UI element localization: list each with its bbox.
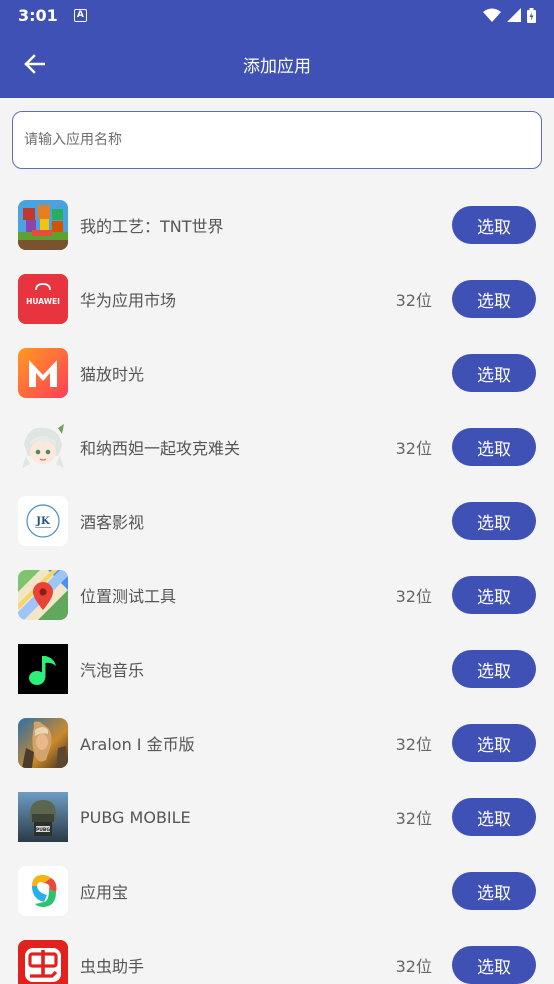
list-item[interactable]: 我的工艺：TNT世界 选取 [0, 188, 554, 262]
list-item[interactable]: PUBG PUBG MOBILE 32位 选取 [0, 780, 554, 854]
app-arch [372, 188, 432, 262]
jk-logo-icon: JK [18, 496, 68, 546]
list-item[interactable]: 位置测试工具 32位 选取 [0, 558, 554, 632]
select-button[interactable]: 选取 [452, 280, 536, 318]
app-arch [372, 854, 432, 928]
status-time: 3:01 [18, 5, 58, 25]
select-button[interactable]: 选取 [452, 724, 536, 762]
list-item[interactable]: Aralon I 金币版 32位 选取 [0, 706, 554, 780]
svg-text:PUBG: PUBG [36, 827, 50, 833]
arrow-left-icon [24, 54, 45, 74]
list-item[interactable]: 汽泡音乐 选取 [0, 632, 554, 706]
select-button[interactable]: 选取 [452, 354, 536, 392]
app-name: 虫虫助手 [80, 957, 145, 976]
app-arch: 32位 [395, 735, 432, 754]
signal-icon [507, 8, 521, 22]
svg-text:HUAWEI: HUAWEI [26, 297, 60, 306]
pubg-helmet-icon: PUBG [18, 792, 68, 842]
app-name: 和纳西妲一起攻克难关 [80, 439, 241, 458]
list-item[interactable]: 猫放时光 选取 [0, 336, 554, 410]
app-arch [372, 484, 432, 558]
app-list: 我的工艺：TNT世界 选取 HUAWEI 华为应用市场 32位 选取 猫放时光 … [0, 188, 554, 984]
select-button[interactable]: 选取 [452, 872, 536, 910]
app-arch [372, 336, 432, 410]
select-button[interactable]: 选取 [452, 428, 536, 466]
list-item[interactable]: 应用宝 选取 [0, 854, 554, 928]
battery-icon [527, 7, 536, 23]
app-arch: 32位 [395, 587, 432, 606]
search-input[interactable] [13, 112, 541, 168]
app-arch: 32位 [395, 809, 432, 828]
app-name: 我的工艺：TNT世界 [80, 217, 224, 236]
app-name: PUBG MOBILE [80, 807, 191, 827]
app-name: 应用宝 [80, 883, 129, 902]
app-name: 位置测试工具 [80, 587, 177, 606]
app-arch: 32位 [395, 439, 432, 458]
chongchong-helper-icon [18, 940, 68, 984]
select-button[interactable]: 选取 [452, 206, 536, 244]
app-name: Aralon I 金币版 [80, 735, 195, 754]
notification-icon: A [73, 8, 87, 22]
wifi-icon [483, 8, 501, 22]
app-name: 酒客影视 [80, 513, 145, 532]
app-name: 华为应用市场 [80, 291, 177, 310]
select-button[interactable]: 选取 [452, 576, 536, 614]
list-item[interactable]: HUAWEI 华为应用市场 32位 选取 [0, 262, 554, 336]
app-name: 汽泡音乐 [80, 661, 145, 680]
anime-character-icon [18, 422, 68, 472]
minecraft-style-game-icon [18, 200, 68, 250]
svg-text:JK: JK [35, 516, 50, 527]
search-box [12, 111, 542, 169]
select-button[interactable]: 选取 [452, 650, 536, 688]
toolbar: 添加应用 [0, 30, 554, 98]
select-button[interactable]: 选取 [452, 798, 536, 836]
page-title: 添加应用 [243, 56, 311, 77]
list-item[interactable]: JK 酒客影视 选取 [0, 484, 554, 558]
map-pin-icon [18, 570, 68, 620]
select-button[interactable]: 选取 [452, 502, 536, 540]
status-bar: 3:01 A [0, 0, 554, 30]
list-item[interactable]: 虫虫助手 32位 选取 [0, 928, 554, 984]
back-button[interactable] [18, 50, 50, 78]
huawei-appgallery-icon: HUAWEI [18, 274, 68, 324]
app-arch: 32位 [395, 291, 432, 310]
list-item[interactable]: 和纳西妲一起攻克难关 32位 选取 [0, 410, 554, 484]
yingyongbao-icon [18, 866, 68, 916]
letter-m-app-icon [18, 348, 68, 398]
fantasy-warrior-icon [18, 718, 68, 768]
app-name: 猫放时光 [80, 365, 145, 384]
app-arch [372, 632, 432, 706]
music-note-icon [18, 644, 68, 694]
app-arch: 32位 [395, 957, 432, 976]
select-button[interactable]: 选取 [452, 946, 536, 984]
